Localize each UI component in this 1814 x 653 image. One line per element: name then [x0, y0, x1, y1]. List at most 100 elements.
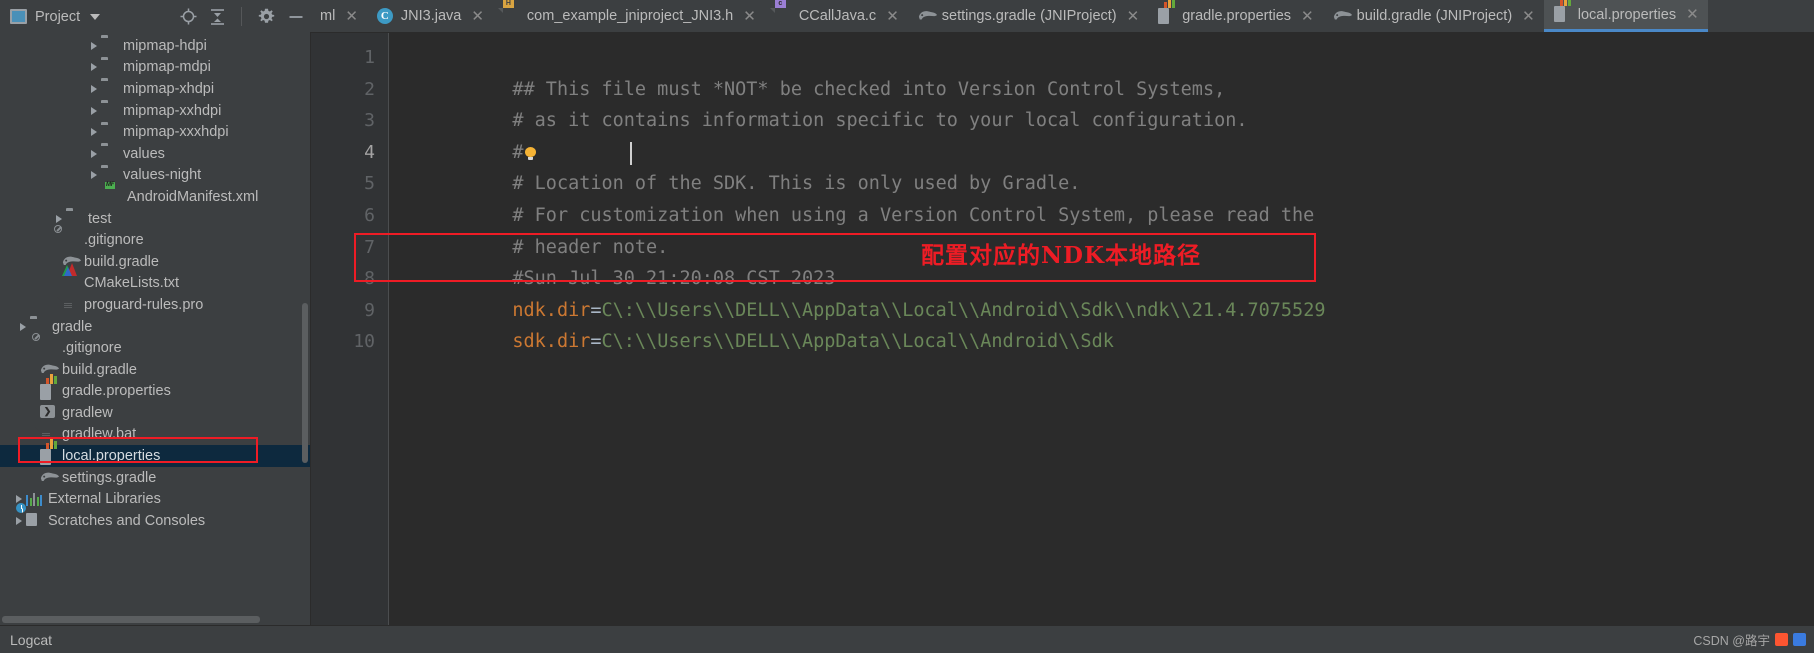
csdn-logo-icon [1775, 633, 1788, 646]
editor-tab-label: JNI3.java [400, 8, 462, 24]
tree-row[interactable]: MF AndroidManifest.xml [0, 182, 310, 208]
expand-arrow-icon[interactable] [88, 104, 101, 117]
tree-row[interactable]: values-night [0, 165, 310, 187]
sidebar-vertical-scrollbar[interactable] [302, 303, 308, 463]
line-number: 1 [364, 47, 375, 68]
script-file-icon [40, 405, 57, 420]
tree-row[interactable]: .gitignore [0, 332, 310, 359]
code-line[interactable]: # header note. [401, 200, 1814, 258]
code-line[interactable]: ## This file must *NOT* be checked into … [401, 42, 1814, 100]
tree-item-label: AndroidManifest.xml [127, 188, 259, 205]
sidebar-item-scratches-and-consoles[interactable]: Scratches and Consoles [0, 503, 310, 532]
expand-arrow-icon[interactable] [17, 320, 30, 333]
close-icon[interactable]: ✕ [1301, 9, 1314, 24]
code-line-sdk-dir[interactable]: sdk.dir=C\:\\Users\\DELL\\AppData\\Local… [401, 295, 1814, 352]
tree-item-label: local.properties [62, 448, 161, 465]
tree-item-label: build.gradle [62, 361, 137, 378]
logcat-tab-label[interactable]: Logcat [10, 632, 52, 648]
tree-item-label: test [88, 210, 112, 227]
line-number: 9 [364, 299, 375, 321]
tree-item-label: gradle.properties [62, 383, 171, 400]
properties-file-icon [1158, 0, 1176, 25]
tree-row[interactable]: mipmap-xxxhdpi [0, 121, 310, 143]
tree-row[interactable]: mipmap-mdpi [0, 57, 310, 79]
close-icon[interactable]: ✕ [1686, 7, 1699, 22]
toolwindow-actions [180, 7, 310, 26]
gradle-file-icon [1333, 8, 1352, 25]
text-caret [630, 141, 632, 165]
line-number: 3 [364, 110, 375, 132]
tree-row[interactable]: gradle.properties [0, 373, 310, 403]
line-number: 6 [364, 204, 375, 226]
editor-tab-jni3-java[interactable]: C JNI3.java ✕ [366, 0, 493, 32]
folder-icon [101, 81, 118, 96]
locate-icon[interactable] [180, 8, 197, 25]
tree-row[interactable]: mipmap-xxhdpi [0, 100, 310, 122]
editor-tab-ccalljava-c[interactable]: CCallJava.c ✕ [764, 0, 908, 32]
close-icon[interactable]: ✕ [345, 9, 358, 24]
settings-gear-icon[interactable] [258, 8, 275, 25]
line-number-gutter: 1 2 3 4 5 6 7 8 9 10 [311, 33, 389, 625]
tree-row[interactable]: .gitignore [0, 224, 310, 251]
hide-toolwindow-icon[interactable] [288, 9, 304, 25]
project-toolwindow-title: Project [35, 8, 81, 25]
close-icon[interactable]: ✕ [886, 9, 899, 24]
tree-item-label: mipmap-xhdpi [123, 80, 215, 97]
sidebar-item-external-libraries[interactable]: External Libraries [0, 488, 310, 510]
expand-arrow-icon[interactable] [88, 82, 101, 95]
tree-row[interactable]: values [0, 143, 310, 165]
tree-row[interactable]: CMakeLists.txt [0, 262, 310, 295]
close-icon[interactable]: ✕ [743, 9, 756, 24]
tree-row[interactable]: mipmap-xhdpi [0, 78, 310, 100]
editor-tabs[interactable]: ml ✕ C JNI3.java ✕ com_example_jniprojec… [310, 0, 1814, 33]
editor-tab-settings-gradle[interactable]: settings.gradle (JNIProject) ✕ [907, 0, 1149, 32]
expand-arrow-icon[interactable] [13, 514, 26, 527]
code-line[interactable]: # Location of the SDK. This is only used… [401, 137, 1814, 194]
close-icon[interactable]: ✕ [1522, 9, 1535, 24]
editor-tab-jni3-header[interactable]: com_example_jniproject_JNI3.h ✕ [492, 0, 765, 32]
annotation-text: 配置对应的NDK本地路径 [921, 242, 1201, 269]
folder-icon [101, 60, 118, 75]
editor-tab-label: local.properties [1577, 6, 1677, 23]
tree-row[interactable]: gradle [0, 316, 310, 338]
tree-item-label: Scratches and Consoles [48, 512, 206, 529]
expand-arrow-icon[interactable] [88, 169, 101, 182]
expand-arrow-icon[interactable] [88, 61, 101, 74]
tree-item-label: values [123, 145, 165, 162]
editor-tab-label: com_example_jniproject_JNI3.h [526, 8, 734, 24]
expand-arrow-icon[interactable] [53, 212, 66, 225]
collapse-all-icon[interactable] [210, 8, 225, 25]
editor-tab-build-gradle[interactable]: build.gradle (JNIProject) ✕ [1322, 0, 1544, 32]
expand-arrow-icon[interactable] [88, 39, 101, 52]
chevron-down-icon[interactable] [90, 13, 101, 20]
header-file-icon [503, 8, 520, 25]
code-line[interactable]: # as it contains information specific to… [401, 74, 1814, 131]
code-content[interactable]: ## This file must *NOT* be checked into … [389, 33, 1814, 625]
gradle-file-icon [918, 8, 937, 25]
editor-tab-gradle-properties[interactable]: gradle.properties ✕ [1148, 0, 1323, 32]
tree-row[interactable]: proguard-rules.pro [0, 294, 310, 316]
properties-file-icon [40, 438, 57, 465]
line-number: 8 [364, 268, 375, 290]
tree-row[interactable]: settings.gradle [0, 467, 310, 489]
code-line[interactable]: # [401, 105, 1814, 163]
sidebar-horizontal-scrollbar[interactable] [2, 616, 260, 623]
status-bar: Logcat CSDN @路宇 [0, 625, 1814, 653]
expand-arrow-icon[interactable] [88, 126, 101, 139]
tree-row[interactable]: mipmap-hdpi [0, 35, 310, 57]
expand-arrow-icon[interactable] [88, 147, 101, 160]
close-icon[interactable]: ✕ [1127, 9, 1140, 24]
tree-row[interactable]: build.gradle [0, 251, 310, 273]
code-editor[interactable]: 1 2 3 4 5 6 7 8 9 10 ## This file must *… [311, 33, 1814, 625]
sidebar-item-local-properties[interactable]: local.properties [0, 438, 310, 467]
editor-tab-xml[interactable]: ml ✕ [310, 0, 367, 32]
project-tree[interactable]: mipmap-hdpi mipmap-mdpi mipmap-xhdpi mip… [0, 33, 310, 625]
tree-row[interactable]: gradlew [0, 402, 310, 424]
code-line[interactable] [401, 326, 1814, 358]
close-icon[interactable]: ✕ [471, 9, 484, 24]
code-line[interactable]: # For customization when using a Version… [401, 168, 1814, 226]
tree-row[interactable]: test [0, 208, 310, 230]
editor-tab-local-properties[interactable]: local.properties ✕ [1543, 0, 1708, 32]
editor-tab-label: settings.gradle (JNIProject) [941, 8, 1117, 24]
cmake-file-icon [62, 262, 79, 291]
